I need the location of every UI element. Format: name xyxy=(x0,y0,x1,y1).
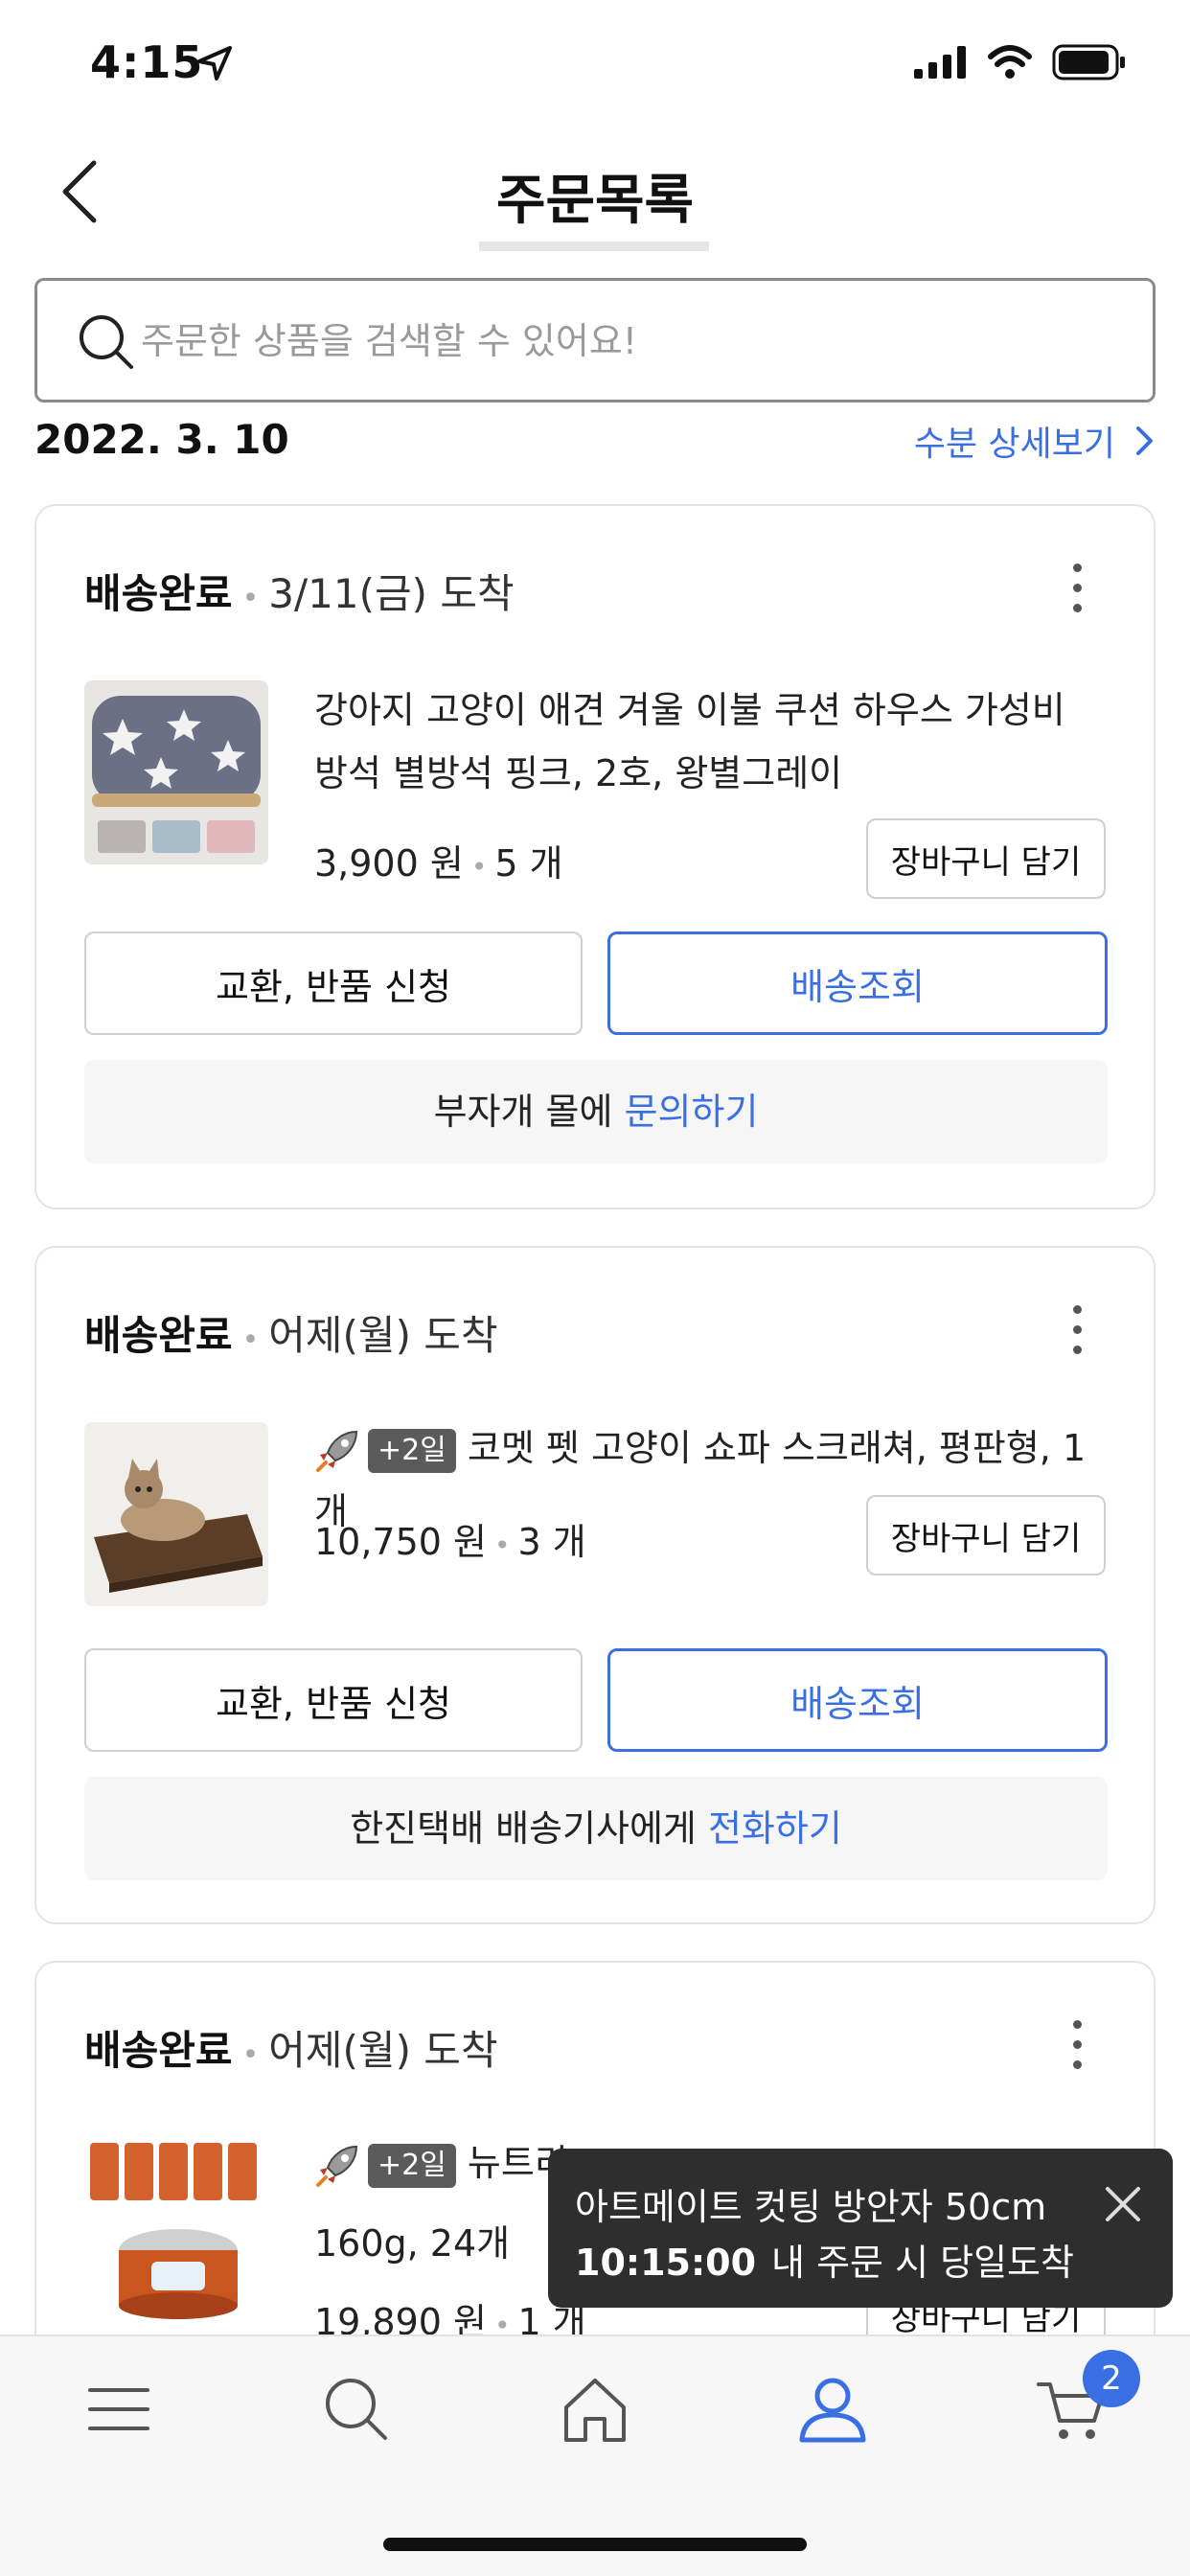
date-group-header: 2022. 3. 10 수분 상세보기 xyxy=(34,412,1156,470)
product-image xyxy=(84,680,268,864)
order-detail-link[interactable]: 수분 상세보기 xyxy=(914,416,1156,466)
product-price: 10,750 원 xyxy=(314,1521,488,1563)
wifi-icon xyxy=(988,45,1032,79)
home-icon[interactable] xyxy=(557,2371,633,2448)
location-arrow-icon xyxy=(197,46,232,80)
rocket-delivery-badge: +2일 xyxy=(314,2143,456,2189)
battery-icon xyxy=(1052,44,1125,80)
product-thumbnail[interactable] xyxy=(84,680,268,864)
contact-prefix: 부자개 몰에 xyxy=(433,1091,613,1133)
order-status: 배송완료 xyxy=(84,570,233,617)
close-icon[interactable] xyxy=(1102,2183,1144,2225)
status-time: 4:15 xyxy=(90,36,204,88)
home-indicator xyxy=(383,2538,807,2551)
delivery-days-badge: +2일 xyxy=(368,1428,456,1473)
separator-dot: • xyxy=(241,2038,260,2072)
more-options-icon[interactable] xyxy=(1067,2020,1087,2078)
product-image xyxy=(84,1422,268,1606)
arrival-date: 어제(월) 도착 xyxy=(268,2027,498,2074)
price-quantity: 10,750 원 • 3 개 xyxy=(314,1521,586,1563)
exchange-return-button[interactable]: 교환, 반품 신청 xyxy=(84,932,583,1035)
chevron-right-icon xyxy=(1136,426,1153,455)
more-options-icon[interactable] xyxy=(1067,1305,1087,1363)
page-title: 주문목록 xyxy=(495,170,695,232)
order-card: 배송완료 • 어제(월) 도착 +2일 코멧 펫 고양이 쇼파 스크래쳐, 평판… xyxy=(34,1246,1156,1924)
inquiry-link[interactable]: 문의하기 xyxy=(625,1091,759,1133)
call-driver-link[interactable]: 전화하기 xyxy=(708,1807,842,1850)
track-delivery-button[interactable]: 배송조회 xyxy=(607,932,1108,1035)
status-indicators xyxy=(914,44,1129,80)
product-quantity: 5 개 xyxy=(494,842,563,885)
menu-icon[interactable] xyxy=(80,2371,157,2448)
separator-dot: • xyxy=(241,582,260,615)
product-price: 3,900 원 xyxy=(314,842,464,885)
product-quantity: 3 개 xyxy=(517,1521,586,1563)
order-search-box[interactable] xyxy=(34,278,1156,402)
arrival-date: 어제(월) 도착 xyxy=(268,1312,498,1359)
rocket-delivery-badge: +2일 xyxy=(314,1428,456,1474)
contact-bar: 한진택배 배송기사에게 전화하기 xyxy=(84,1777,1108,1880)
scrolled-under-text xyxy=(479,242,709,261)
toast-message-line: 10:15:00 내 주문 시 당일도착 xyxy=(575,2233,1074,2286)
status-bar: 4:15 xyxy=(0,0,1190,134)
order-status: 배송완료 xyxy=(84,2027,233,2074)
rocket-icon xyxy=(316,1430,358,1472)
order-status-line: 배송완료 • 3/11(금) 도착 xyxy=(84,562,515,620)
signal-icon xyxy=(914,46,966,79)
exchange-return-button[interactable]: 교환, 반품 신청 xyxy=(84,1648,583,1752)
my-page-icon[interactable] xyxy=(794,2371,871,2448)
order-status-line: 배송완료 • 어제(월) 도착 xyxy=(84,1303,498,1362)
more-options-icon[interactable] xyxy=(1067,564,1087,621)
toast-message: 내 주문 시 당일도착 xyxy=(771,2242,1074,2284)
arrival-date: 3/11(금) 도착 xyxy=(268,570,515,617)
track-delivery-button[interactable]: 배송조회 xyxy=(607,1648,1108,1752)
rocket-icon xyxy=(316,2145,358,2187)
product-thumbnail[interactable] xyxy=(84,1422,268,1606)
delivery-days-badge: +2일 xyxy=(368,2143,456,2188)
product-title-line2: 160g, 24개 xyxy=(314,2222,511,2265)
contact-bar: 부자개 몰에 문의하기 xyxy=(84,1060,1108,1163)
same-day-delivery-toast[interactable]: 아트메이트 컷팅 방안자 50cm 10:15:00 내 주문 시 당일도착 xyxy=(548,2149,1173,2308)
order-detail-label: 수분 상세보기 xyxy=(913,425,1115,464)
product-image xyxy=(84,2137,268,2321)
search-tab-icon[interactable] xyxy=(318,2371,395,2448)
price-quantity: 3,900 원 • 5 개 xyxy=(314,842,563,885)
cart-count-badge: 2 xyxy=(1083,2350,1140,2407)
contact-prefix: 한진택배 배송기사에게 xyxy=(350,1807,697,1850)
product-title[interactable]: 강아지 고양이 애견 겨울 이불 쿠션 하우스 가성비 방석 별방석 핑크, 2… xyxy=(314,678,1100,805)
search-input[interactable] xyxy=(141,308,1099,375)
order-status-line: 배송완료 • 어제(월) 도착 xyxy=(84,2018,498,2077)
order-card: 배송완료 • 3/11(금) 도착 강아지 고양이 애견 겨울 이불 쿠션 하우… xyxy=(34,504,1156,1209)
toast-countdown: 10:15:00 xyxy=(575,2242,757,2284)
add-to-cart-button[interactable]: 장바구니 담기 xyxy=(866,1495,1106,1576)
nav-bar: 주문목록 xyxy=(0,134,1190,255)
search-icon xyxy=(80,315,133,369)
toast-product: 아트메이트 컷팅 방안자 50cm xyxy=(575,2186,1047,2228)
product-thumbnail[interactable] xyxy=(84,2137,268,2321)
order-date: 2022. 3. 10 xyxy=(34,416,289,463)
separator-dot: • xyxy=(241,1323,260,1357)
add-to-cart-button[interactable]: 장바구니 담기 xyxy=(866,818,1106,899)
order-status: 배송완료 xyxy=(84,1312,233,1359)
